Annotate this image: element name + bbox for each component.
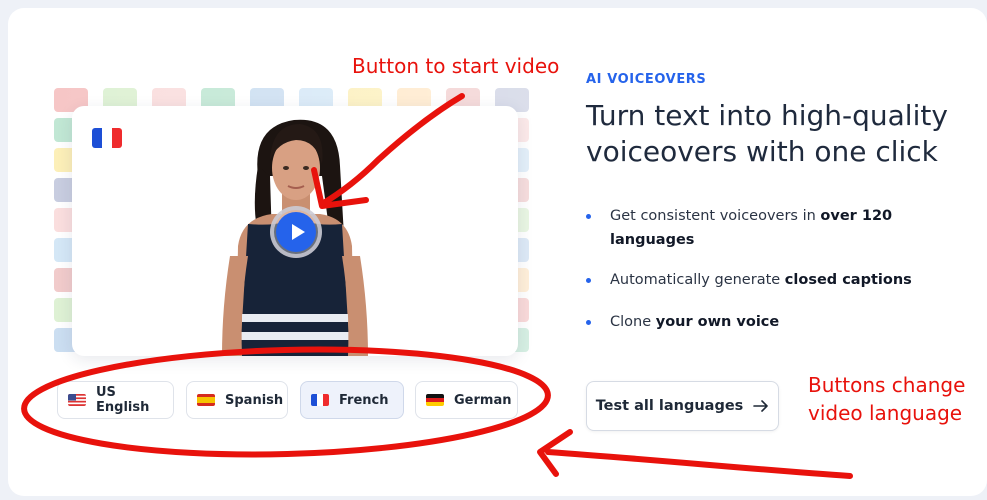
bullet-icon — [586, 278, 591, 283]
page-title-line: voiceovers with one click — [586, 135, 938, 168]
france-flag-icon — [92, 128, 122, 148]
germany-flag-icon — [426, 394, 444, 406]
test-all-languages-button[interactable]: Test all languages — [586, 381, 779, 431]
feature-item: Automatically generate closed captions — [586, 268, 926, 292]
cta-label: Test all languages — [595, 398, 744, 414]
page-title-line: Turn text into high-quality — [586, 99, 948, 132]
feature-text: Automatically generate — [610, 272, 785, 288]
eyebrow-label: AI VOICEOVERS — [586, 72, 707, 87]
play-icon — [276, 212, 316, 252]
lang-button-french[interactable]: French — [300, 381, 404, 419]
feature-item: Get consistent voiceovers in over 120 la… — [586, 204, 926, 252]
annotation-lang-note-line1: Buttons change — [808, 373, 966, 397]
bullet-icon — [586, 320, 591, 325]
annotation-play-note: Button to start video — [352, 54, 560, 78]
bullet-icon — [586, 214, 591, 219]
lang-button-us-english[interactable]: US English — [57, 381, 174, 419]
lang-label: German — [454, 392, 512, 408]
spain-flag-icon — [197, 394, 215, 406]
lang-button-german[interactable]: German — [415, 381, 518, 419]
page-title: Turn text into high-quality voiceovers w… — [586, 98, 976, 170]
arrow-right-icon — [753, 400, 769, 412]
france-flag-icon — [311, 394, 329, 406]
play-button[interactable] — [270, 206, 322, 258]
feature-highlight: closed captions — [784, 272, 912, 288]
feature-highlight: your own voice — [655, 314, 780, 330]
lang-label: French — [339, 392, 389, 408]
us-flag-icon — [68, 394, 86, 406]
feature-item: Clone your own voice — [586, 310, 926, 334]
lang-label: Spanish — [225, 392, 284, 408]
lang-label: US English — [96, 385, 150, 415]
feature-text: Get consistent voiceovers in — [610, 208, 821, 224]
lang-button-spanish[interactable]: Spanish — [186, 381, 288, 419]
annotation-lang-note-line2: video language — [808, 401, 963, 425]
feature-text: Clone — [610, 314, 656, 330]
